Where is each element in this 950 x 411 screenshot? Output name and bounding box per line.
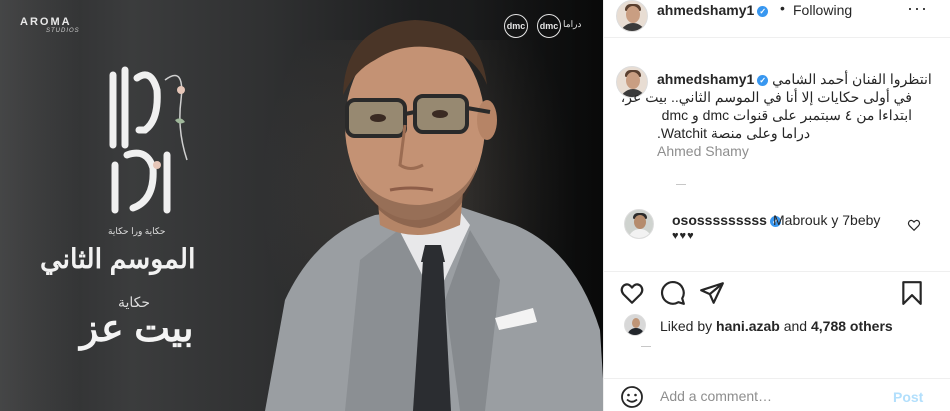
add-comment-input[interactable] bbox=[660, 385, 880, 407]
caption-line: دراما وعلى منصة Watchit. bbox=[657, 125, 811, 141]
comment-item: ososssssssss ✓ Mabrouk y 7beby ♥♥♥ bbox=[616, 209, 941, 249]
comment-hearts: ♥♥♥ bbox=[672, 230, 695, 242]
likes-prefix: Liked by bbox=[660, 318, 713, 334]
commenter-username-text: ososssssssss bbox=[672, 212, 767, 228]
verified-badge-icon: ✓ bbox=[757, 74, 769, 86]
caption-text: ahmedshamy1 ✓ انتظروا الفنان أحمد الشامي … bbox=[620, 70, 932, 160]
author-username-text: ahmedshamy1 bbox=[657, 2, 755, 18]
header-separator: • bbox=[780, 0, 785, 16]
actor-portrait bbox=[265, 20, 603, 411]
likes-count[interactable]: 4,788 others bbox=[811, 318, 893, 334]
post-header: ahmedshamy1 ✓ • Following ··· bbox=[604, 0, 950, 38]
commenter-username[interactable]: ososssssssss ✓ bbox=[672, 212, 781, 228]
paper-plane-icon[interactable] bbox=[699, 280, 725, 306]
story-title: بيت عز bbox=[80, 308, 194, 350]
timestamp-placeholder bbox=[641, 346, 651, 347]
caption-line: في أولى حكايات إلا أنا في الموسم الثاني.… bbox=[620, 89, 912, 105]
actions-divider bbox=[604, 271, 950, 272]
following-button[interactable]: Following bbox=[793, 2, 852, 18]
season-text: الموسم الثاني bbox=[40, 244, 196, 274]
caption-username[interactable]: ahmedshamy1 ✓ bbox=[657, 71, 769, 87]
verified-badge-icon: ✓ bbox=[757, 5, 769, 17]
author-username[interactable]: ahmedshamy1 ✓ bbox=[657, 2, 769, 18]
post-media[interactable]: AROMA STUDIOS dmc dmc دراما حكاية ورا حك… bbox=[0, 0, 603, 411]
likes-and: and bbox=[783, 318, 808, 334]
liker-avatar[interactable] bbox=[624, 314, 646, 336]
comment-bubble-icon[interactable] bbox=[660, 280, 686, 306]
show-title-logo bbox=[109, 66, 188, 214]
post-sidebar: ahmedshamy1 ✓ • Following ··· ahmedshamy1… bbox=[603, 0, 950, 411]
comment-heart-icon[interactable] bbox=[907, 218, 921, 232]
likes-summary: Liked by hani.azab and 4,788 others bbox=[616, 314, 946, 338]
add-comment-bar: Post bbox=[604, 379, 950, 411]
commenter-avatar[interactable] bbox=[624, 209, 654, 239]
post-button[interactable]: Post bbox=[893, 389, 923, 405]
comment-text: Mabrouk y 7beby bbox=[773, 212, 881, 228]
liker-username[interactable]: hani.azab bbox=[716, 318, 780, 334]
bookmark-icon[interactable] bbox=[899, 280, 925, 306]
caption-username-text: ahmedshamy1 bbox=[657, 71, 755, 87]
aroma-logo-sub: STUDIOS bbox=[46, 28, 80, 34]
caption-timestamp-placeholder bbox=[676, 184, 686, 185]
caption-line: ابتداءا من ٤ سبتمبر على قنوات dmc و dmc bbox=[661, 107, 912, 123]
heart-icon[interactable] bbox=[619, 280, 645, 306]
smiley-icon[interactable] bbox=[620, 385, 644, 409]
caption-signature: Ahmed Shamy bbox=[657, 143, 749, 159]
likes-text: Liked by hani.azab and 4,788 others bbox=[660, 318, 893, 334]
show-tagline: حكاية ورا حكاية bbox=[108, 226, 166, 236]
author-avatar[interactable] bbox=[616, 0, 648, 32]
more-options-icon[interactable]: ··· bbox=[907, 0, 928, 19]
post-actions bbox=[604, 280, 950, 308]
header-divider bbox=[604, 37, 950, 38]
caption-line: انتظروا الفنان أحمد الشامي bbox=[772, 71, 932, 87]
background-window-light bbox=[0, 0, 80, 411]
aroma-logo: AROMA bbox=[20, 16, 72, 28]
